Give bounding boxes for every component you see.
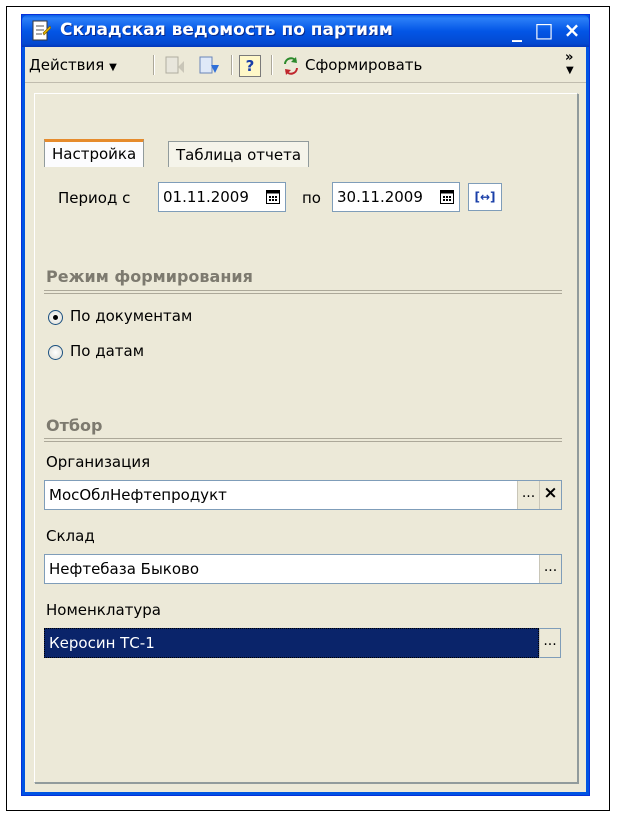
close-button[interactable]: × xyxy=(560,19,584,43)
minimize-button[interactable]: _ xyxy=(505,19,529,43)
tab-settings[interactable]: Настройка xyxy=(44,139,145,167)
mode-by-documents-label[interactable]: По документам xyxy=(70,307,192,325)
organization-choose-button[interactable]: ... xyxy=(517,481,539,509)
title-bar[interactable]: Складская ведомость по партиям _ □ × xyxy=(22,15,589,47)
warehouse-field[interactable]: Нефтебаза Быково xyxy=(44,554,562,584)
window-title: Складская ведомость по партиям xyxy=(60,20,393,40)
toolbar: Действия ▼ ? Сформировать » ▼ xyxy=(25,47,586,83)
actions-menu[interactable]: Действия ▼ xyxy=(29,47,117,83)
maximize-button[interactable]: □ xyxy=(532,19,556,43)
toolbar-separator xyxy=(231,55,233,75)
mode-by-dates-radio[interactable] xyxy=(48,345,63,360)
document-icon xyxy=(32,20,51,41)
mode-by-dates-label[interactable]: По датам xyxy=(70,342,144,360)
report-window: Складская ведомость по партиям _ □ × Дей… xyxy=(21,14,590,796)
toolbar-separator xyxy=(153,55,155,75)
period-to-label: по xyxy=(302,189,321,207)
more-chevron-icon: ▼ xyxy=(566,65,574,76)
warehouse-choose-button[interactable]: ... xyxy=(539,555,561,583)
calendar-icon[interactable] xyxy=(262,183,284,211)
toolbar-separator xyxy=(271,55,273,75)
filter-section-title: Отбор xyxy=(46,416,103,435)
help-button[interactable]: ? xyxy=(239,55,261,77)
mode-section-divider xyxy=(44,290,562,294)
organization-clear-button[interactable]: × xyxy=(539,481,561,509)
period-range-button[interactable]: [↔] xyxy=(468,183,502,211)
mode-section-title: Режим формирования xyxy=(46,267,253,286)
actions-label: Действия xyxy=(29,56,105,74)
move-down-icon[interactable] xyxy=(197,53,223,77)
move-up-icon[interactable] xyxy=(163,53,189,77)
organization-field[interactable]: МосОблНефтепродукт xyxy=(44,480,562,510)
generate-button[interactable]: Сформировать xyxy=(281,47,422,83)
generate-label: Сформировать xyxy=(305,56,423,74)
period-from-label: Период с xyxy=(58,189,131,207)
nomenclature-choose-button[interactable]: ... xyxy=(539,628,561,658)
nomenclature-label: Номенклатура xyxy=(46,601,161,619)
nomenclature-field[interactable]: Керосин ТС-1 xyxy=(44,628,539,658)
refresh-icon xyxy=(284,56,298,75)
chevron-down-icon: ▼ xyxy=(109,62,117,73)
calendar-icon[interactable] xyxy=(436,183,458,211)
warehouse-label: Склад xyxy=(46,527,95,545)
organization-label: Организация xyxy=(46,453,151,471)
filter-section-divider xyxy=(44,438,562,442)
mode-by-documents-radio[interactable] xyxy=(48,310,63,325)
